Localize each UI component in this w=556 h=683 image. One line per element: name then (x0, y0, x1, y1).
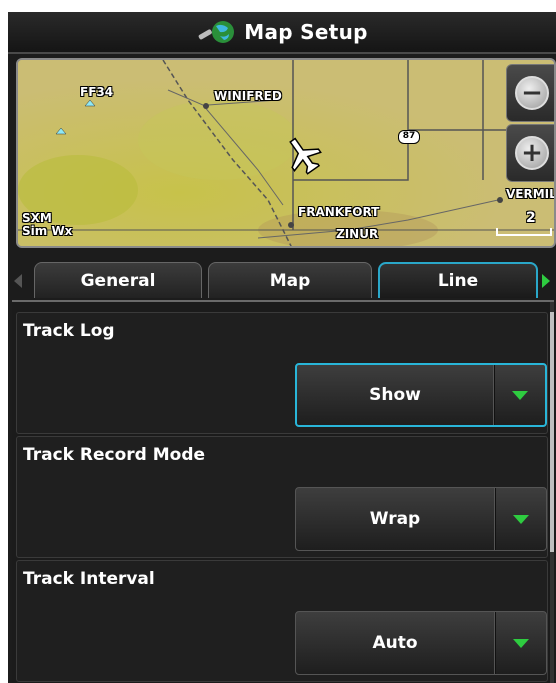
zoom-out-button[interactable]: − (506, 64, 554, 122)
plus-circle-icon: + (515, 136, 549, 170)
settings-panel: Track Log Show Track Record Mode Wrap Tr… (12, 300, 554, 683)
tab-scroll-left-icon[interactable] (14, 274, 22, 288)
map-setup-window: Map Setup FF34 WINIFRED FRANKFORT ZINUR … (8, 12, 556, 683)
setting-label: Track Interval (23, 569, 155, 589)
tab-line[interactable]: Line (378, 262, 538, 298)
setting-track-record-mode: Track Record Mode Wrap (16, 436, 548, 558)
dropdown-arrow-icon (496, 488, 546, 550)
map-preview[interactable]: FF34 WINIFRED FRANKFORT ZINUR VERMILI SX… (16, 58, 556, 248)
track-interval-dropdown[interactable]: Auto (295, 611, 547, 675)
map-label-vermil: VERMILI (506, 187, 556, 201)
dropdown-value: Show (369, 385, 421, 405)
map-label-frankfort: FRANKFORT (298, 205, 380, 219)
minus-circle-icon: − (515, 76, 549, 110)
setting-label: Track Record Mode (23, 445, 206, 465)
tab-general[interactable]: General (34, 262, 202, 298)
dropdown-value: Wrap (369, 509, 421, 529)
map-scale-value: 2 (526, 210, 536, 226)
map-scale-bar (496, 228, 552, 236)
scrollbar-thumb[interactable] (550, 312, 554, 552)
setting-label: Track Log (23, 321, 115, 341)
map-setup-icon (198, 21, 235, 43)
tab-map[interactable]: Map (208, 262, 372, 298)
map-label-sim-wx: Sim Wx (22, 224, 73, 238)
setting-track-log: Track Log Show (16, 312, 548, 434)
dropdown-value: Auto (372, 633, 418, 653)
title-bar: Map Setup (8, 12, 556, 54)
dropdown-arrow-icon (495, 365, 545, 425)
track-log-dropdown[interactable]: Show (295, 363, 547, 427)
zoom-in-button[interactable]: + (506, 124, 554, 182)
tab-scroll-right-icon[interactable] (542, 274, 550, 288)
map-label-ff34: FF34 (80, 85, 114, 99)
track-record-mode-dropdown[interactable]: Wrap (295, 487, 547, 551)
map-label-winifred: WINIFRED (214, 89, 282, 103)
dropdown-arrow-icon (496, 612, 546, 674)
setting-track-interval: Track Interval Auto (16, 560, 548, 682)
map-label-zinur: ZINUR (336, 227, 379, 241)
window-title: Map Setup (244, 20, 368, 44)
tab-bar: General Map Line (8, 260, 556, 300)
route-shield: 87 (398, 130, 420, 144)
